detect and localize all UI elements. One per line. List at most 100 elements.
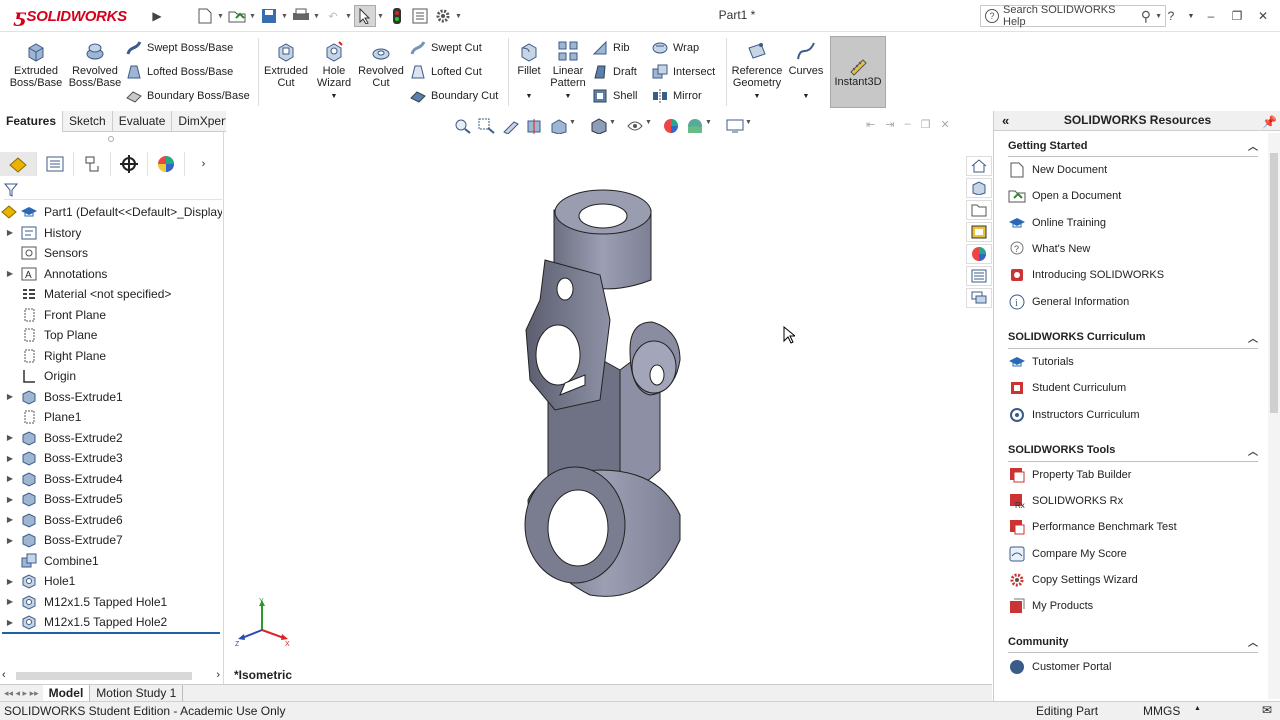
viewport-close-icon[interactable]: ✕ <box>940 118 949 131</box>
tree-item-origin[interactable]: Origin <box>0 366 222 387</box>
help-dropdown-icon[interactable]: ▼ <box>1186 5 1196 27</box>
rib-button[interactable]: Rib <box>592 37 630 59</box>
collapse-chevron-icon[interactable]: ︿ <box>1248 634 1258 649</box>
expand-arrow-icon[interactable]: ▶ <box>0 536 20 545</box>
resource-link-property-tab-builder[interactable]: Property Tab Builder <box>1008 462 1258 488</box>
tree-item-m12x1-5-tapped-hole1[interactable]: ▶ M12x1.5 Tapped Hole1 <box>0 592 222 613</box>
tab-evaluate[interactable]: Evaluate <box>113 111 173 132</box>
chevron-down-icon[interactable]: ▼ <box>565 91 572 103</box>
expand-arrow-icon[interactable]: ▶ <box>0 228 20 237</box>
feature-manager-tab-icon[interactable] <box>0 152 37 176</box>
custom-properties-icon[interactable] <box>966 266 992 286</box>
resource-link-student-curriculum[interactable]: Student Curriculum <box>1008 375 1258 401</box>
scrollbar-thumb[interactable] <box>1270 153 1278 413</box>
zoom-to-fit-icon[interactable] <box>454 118 472 137</box>
draft-button[interactable]: Draft <box>592 61 637 83</box>
collapse-chevron-icon[interactable]: ︿ <box>1248 443 1258 458</box>
section-header-community[interactable]: Community ︿ <box>1008 631 1258 654</box>
expand-arrow-icon[interactable]: ▶ <box>0 474 20 483</box>
tree-item-material-not-specified[interactable]: Material <not specified> <box>0 284 222 305</box>
resource-link-new-document[interactable]: New Document <box>1008 157 1258 183</box>
tree-item-right-plane[interactable]: Right Plane <box>0 346 222 367</box>
expand-arrow-icon[interactable]: ▶ <box>0 495 20 504</box>
horizontal-scrollbar[interactable]: ‹ › <box>0 669 222 683</box>
forum-icon[interactable] <box>966 288 992 308</box>
tree-item-plane1[interactable]: Plane1 <box>0 407 222 428</box>
feature-tree-filter[interactable] <box>3 180 222 200</box>
tree-item-front-plane[interactable]: Front Plane <box>0 305 222 326</box>
help-search-box[interactable]: ? Search SOLIDWORKS Help ⚲ ▼ <box>980 4 1166 28</box>
tree-item-hole1[interactable]: ▶ Hole1 <box>0 571 222 592</box>
section-header-solidworks-curriculum[interactable]: SOLIDWORKS Curriculum ︿ <box>1008 327 1258 349</box>
zoom-to-area-icon[interactable] <box>478 118 496 137</box>
tree-item-boss-extrude5[interactable]: ▶ Boss-Extrude5 <box>0 489 222 510</box>
chevron-down-icon[interactable]: ▼ <box>217 13 225 20</box>
expand-arrow-icon[interactable]: ▶ <box>0 618 20 627</box>
hole-wizard-button[interactable]: Hole Wizard ▼ <box>312 40 356 103</box>
display-manager-tab-icon[interactable] <box>148 152 185 176</box>
resource-link-compare-my-score[interactable]: Compare My Score <box>1008 541 1258 567</box>
wrap-button[interactable]: Wrap <box>652 37 699 59</box>
units-selector[interactable]: MMGS <box>1143 704 1180 718</box>
tree-item-boss-extrude1[interactable]: ▶ Boss-Extrude1 <box>0 387 222 408</box>
design-library-icon[interactable] <box>966 178 992 198</box>
curves-button[interactable]: Curves ▼ <box>788 40 824 103</box>
boundary-cut-button[interactable]: Boundary Cut <box>410 85 498 107</box>
chevron-down-icon[interactable]: ▼ <box>645 119 652 126</box>
menu-expand-arrow[interactable]: ▶ <box>150 6 164 26</box>
tab-model[interactable]: Model <box>42 684 91 702</box>
section-view-icon[interactable] <box>526 118 544 137</box>
view-settings-icon[interactable] <box>726 118 744 137</box>
mirror-button[interactable]: Mirror <box>652 85 702 107</box>
file-properties-icon[interactable] <box>409 5 431 27</box>
chevron-down-icon[interactable]: ▼ <box>803 91 810 103</box>
resource-link-customer-portal[interactable]: Customer Portal <box>1008 653 1258 679</box>
extruded-boss-button[interactable]: Extruded Boss/Base <box>10 40 62 89</box>
viewport-restore-icon[interactable]: ❐ <box>921 118 931 131</box>
scroll-left-icon[interactable]: ‹ <box>2 669 6 681</box>
vertical-scrollbar[interactable] <box>1268 133 1280 699</box>
expand-arrow-icon[interactable]: ▶ <box>0 433 20 442</box>
tab-sketch[interactable]: Sketch <box>63 111 113 132</box>
edit-appearance-icon[interactable] <box>662 117 680 138</box>
expand-arrow-icon[interactable]: ▶ <box>0 577 20 586</box>
view-palette-icon[interactable] <box>966 222 992 242</box>
chevron-down-icon[interactable]: ▼ <box>281 13 289 20</box>
chevron-down-icon[interactable]: ▲ <box>1194 705 1201 712</box>
tree-item-boss-extrude2[interactable]: ▶ Boss-Extrude2 <box>0 428 222 449</box>
resource-link-open-a-document[interactable]: Open a Document <box>1008 183 1258 209</box>
resource-link-copy-settings-wizard[interactable]: Copy Settings Wizard <box>1008 567 1258 593</box>
apply-scene-icon[interactable] <box>686 117 704 138</box>
resource-link-introducing-solidworks[interactable]: Introducing SOLIDWORKS <box>1008 262 1258 288</box>
collapse-chevron-icon[interactable]: ︿ <box>1248 138 1258 153</box>
chevron-down-icon[interactable]: ▼ <box>609 119 616 126</box>
resource-link-online-training[interactable]: Online Training <box>1008 210 1258 236</box>
help-icon[interactable]: ? <box>1160 5 1182 27</box>
rebuild-traffic-light-icon[interactable] <box>386 5 408 27</box>
minimize-icon[interactable]: – <box>1200 5 1222 27</box>
appearances-scenes-icon[interactable] <box>966 244 992 264</box>
viewport-forward-icon[interactable]: ⇥ <box>885 118 894 131</box>
revolved-boss-button[interactable]: Revolved Boss/Base <box>68 40 122 89</box>
section-header-solidworks-tools[interactable]: SOLIDWORKS Tools ︿ <box>1008 440 1258 462</box>
lofted-boss-button[interactable]: Lofted Boss/Base <box>126 61 233 83</box>
options-gear-icon[interactable] <box>432 5 454 27</box>
tree-item-boss-extrude4[interactable]: ▶ Boss-Extrude4 <box>0 469 222 490</box>
shell-button[interactable]: Shell <box>592 85 637 107</box>
swept-boss-button[interactable]: Swept Boss/Base <box>126 37 233 59</box>
extruded-cut-button[interactable]: Extruded Cut <box>262 40 310 89</box>
pin-icon[interactable]: 📌 <box>1262 113 1277 132</box>
save-icon[interactable] <box>258 5 280 27</box>
resource-link-performance-benchmark-test[interactable]: Performance Benchmark Test <box>1008 514 1258 540</box>
tree-item-m12x1-5-tapped-hole2[interactable]: ▶ M12x1.5 Tapped Hole2 <box>0 612 222 633</box>
tab-scroll-icons[interactable]: ◂◂ ◂ ▸ ▸▸ <box>0 688 43 699</box>
tree-item-history[interactable]: ▶ History <box>0 223 222 244</box>
chevron-down-icon[interactable]: ▼ <box>455 13 463 20</box>
linear-pattern-button[interactable]: Linear Pattern ▼ <box>548 40 588 103</box>
chevron-down-icon[interactable]: ▼ <box>745 119 752 126</box>
chevron-down-icon[interactable]: ▼ <box>377 13 385 20</box>
revolved-cut-button[interactable]: Revolved Cut <box>358 40 404 89</box>
home-icon[interactable] <box>966 156 992 176</box>
file-explorer-icon[interactable] <box>966 200 992 220</box>
reference-geometry-button[interactable]: Reference Geometry ▼ <box>732 40 782 103</box>
